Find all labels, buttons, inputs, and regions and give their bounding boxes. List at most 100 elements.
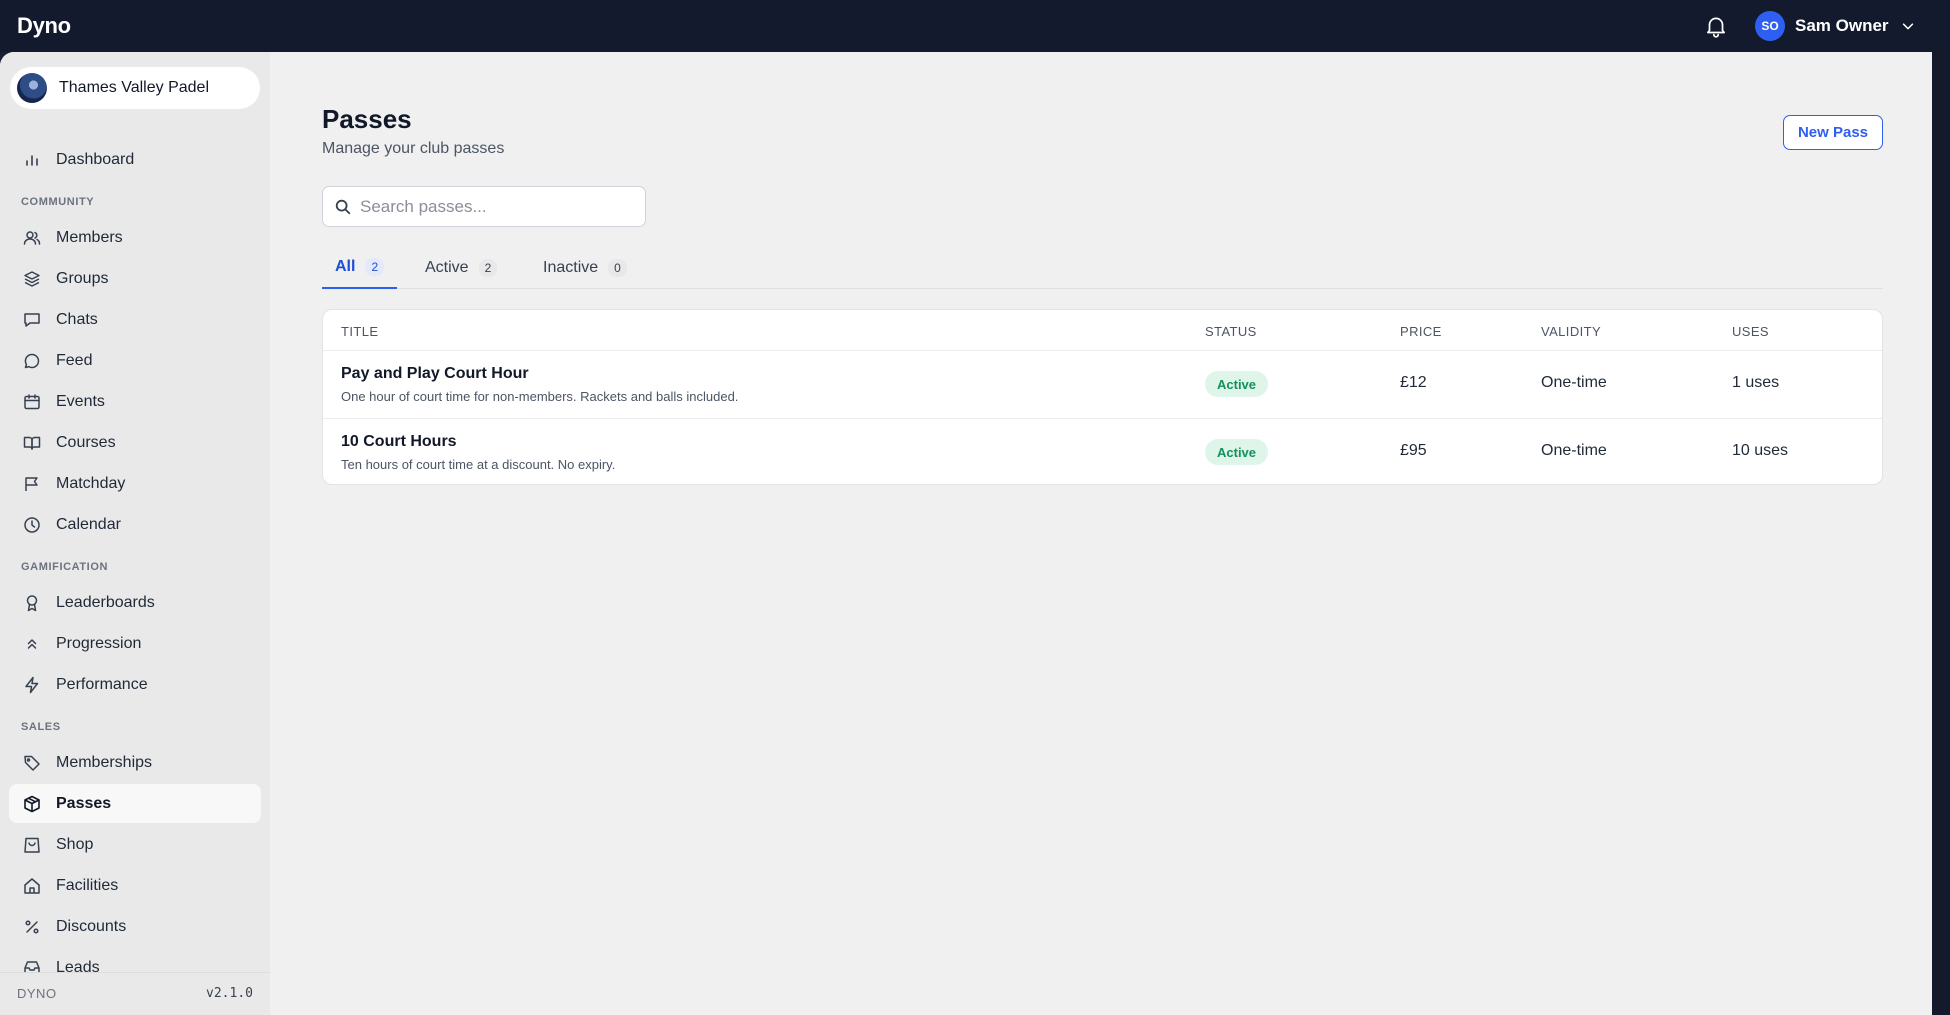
pass-price: £95 <box>1400 442 1427 459</box>
sidebar-item-groups[interactable]: Groups <box>9 259 261 298</box>
users-icon <box>23 230 41 245</box>
bell-icon[interactable] <box>1703 13 1729 39</box>
column-header-validity: VALIDITY <box>1541 324 1602 339</box>
sidebar-item-shop[interactable]: Shop <box>9 825 261 864</box>
sidebar-item-label: Members <box>56 228 123 246</box>
new-pass-button[interactable]: New Pass <box>1783 115 1883 150</box>
sidebar-item-label: Matchday <box>56 474 126 492</box>
sidebar-item-label: Chats <box>56 310 98 328</box>
tab-label: All <box>335 257 356 275</box>
sidebar-item-label: Performance <box>56 675 148 693</box>
tab-active[interactable]: Active 2 <box>412 246 510 289</box>
sidebar-footer: DYNO v2.1.0 <box>0 972 270 1015</box>
sidebar-item-matchday[interactable]: Matchday <box>9 464 261 503</box>
search-box[interactable] <box>322 186 646 227</box>
chat-bubble-icon <box>24 353 40 368</box>
column-header-title: TITLE <box>341 324 379 339</box>
sidebar-item-chats[interactable]: Chats <box>9 300 261 339</box>
sidebar-item-leaderboards[interactable]: Leaderboards <box>9 583 261 622</box>
main-content: Passes Manage your club passes New Pass … <box>270 52 1932 1015</box>
tag-icon <box>24 755 40 771</box>
sidebar-item-label: Passes <box>56 794 112 812</box>
section-label-sales: SALES <box>21 721 61 733</box>
tab-inactive[interactable]: Inactive 0 <box>530 246 640 289</box>
page-subtitle: Manage your club passes <box>322 140 505 157</box>
tab-count-badge: 2 <box>365 257 385 276</box>
lightning-icon <box>25 676 39 693</box>
status-badge: Active <box>1205 371 1269 397</box>
org-name: Thames Valley Padel <box>59 79 209 96</box>
home-icon <box>24 877 40 894</box>
window-scrollbar[interactable] <box>1932 52 1950 1015</box>
section-label-community: COMMUNITY <box>21 196 95 208</box>
sidebar-item-performance[interactable]: Performance <box>9 665 261 704</box>
app-shell: Thames Valley Padel Dashboard COMMUNITY … <box>0 52 1932 1015</box>
pass-title: 10 Court Hours <box>341 433 457 450</box>
table-row[interactable]: 10 Court Hours Ten hours of court time a… <box>323 418 1882 484</box>
sidebar-item-label: Groups <box>56 269 109 287</box>
package-icon <box>24 795 40 812</box>
sidebar-item-label: Leaderboards <box>56 593 155 611</box>
user-avatar: SO <box>1755 11 1785 41</box>
search-input[interactable] <box>360 196 640 217</box>
section-label-gamification: GAMIFICATION <box>21 561 109 573</box>
flag-icon <box>25 476 38 491</box>
clock-icon <box>24 516 40 533</box>
chevrons-up-icon <box>27 638 37 649</box>
shopping-bag-icon <box>24 837 40 853</box>
sidebar-item-passes[interactable]: Passes <box>9 784 261 823</box>
sidebar-item-label: Feed <box>56 351 93 369</box>
pass-validity: One-time <box>1541 374 1607 391</box>
passes-table: TITLE STATUS PRICE VALIDITY USES Pay and… <box>322 309 1883 485</box>
status-badge: Active <box>1205 439 1269 465</box>
search-icon <box>335 199 351 214</box>
user-name: Sam Owner <box>1795 16 1889 35</box>
sidebar-item-calendar[interactable]: Calendar <box>9 505 261 544</box>
chevron-down-icon <box>1902 23 1913 30</box>
sidebar-item-members[interactable]: Members <box>9 218 261 257</box>
chat-square-icon <box>24 312 40 327</box>
tab-bar: All 2 Active 2 Inactive 0 <box>322 246 1883 289</box>
pass-description: Ten hours of court time at a discount. N… <box>341 457 616 472</box>
bar-chart-icon <box>26 154 38 166</box>
pass-price: £12 <box>1400 374 1427 391</box>
sidebar-item-label: Progression <box>56 634 142 652</box>
tab-label: Inactive <box>543 258 599 276</box>
column-header-status: STATUS <box>1205 324 1257 339</box>
percent-icon <box>25 919 39 934</box>
sidebar-item-label: Events <box>56 392 105 410</box>
org-logo <box>17 73 47 103</box>
sidebar-item-memberships[interactable]: Memberships <box>9 743 261 782</box>
tab-label: Active <box>425 258 469 276</box>
pass-uses: 1 uses <box>1732 374 1780 391</box>
column-header-price: PRICE <box>1400 324 1442 339</box>
sidebar-item-label: Courses <box>56 433 116 451</box>
sidebar-item-label: Calendar <box>56 515 121 533</box>
sidebar-item-courses[interactable]: Courses <box>9 423 261 462</box>
sidebar-item-feed[interactable]: Feed <box>9 341 261 380</box>
table-header: TITLE STATUS PRICE VALIDITY USES <box>323 310 1882 351</box>
org-switcher[interactable]: Thames Valley Padel <box>10 67 260 109</box>
tab-count-badge: 2 <box>478 258 498 277</box>
pass-title: Pay and Play Court Hour <box>341 365 529 382</box>
sidebar-item-events[interactable]: Events <box>9 382 261 421</box>
sidebar-item-progression[interactable]: Progression <box>9 624 261 663</box>
footer-app-name: DYNO <box>17 986 57 1001</box>
book-icon <box>23 436 41 450</box>
sidebar-item-facilities[interactable]: Facilities <box>9 866 261 905</box>
sidebar-item-label: Memberships <box>56 753 153 771</box>
user-menu[interactable]: SO Sam Owner <box>1755 11 1915 41</box>
pass-description: One hour of court time for non-members. … <box>341 389 739 404</box>
sidebar-item-label: Facilities <box>56 876 119 894</box>
sidebar-item-label: Shop <box>56 835 94 853</box>
award-icon <box>26 594 38 611</box>
tab-count-badge: 0 <box>608 258 627 277</box>
sidebar-item-discounts[interactable]: Discounts <box>9 907 261 946</box>
brand-logo[interactable]: Dyno <box>17 13 71 39</box>
calendar-icon <box>24 393 40 409</box>
pass-uses: 10 uses <box>1732 442 1789 459</box>
table-row[interactable]: Pay and Play Court Hour One hour of cour… <box>323 351 1882 418</box>
footer-version: v2.1.0 <box>206 986 253 1001</box>
tab-all[interactable]: All 2 <box>322 246 398 289</box>
sidebar-item-dashboard[interactable]: Dashboard <box>9 140 261 179</box>
